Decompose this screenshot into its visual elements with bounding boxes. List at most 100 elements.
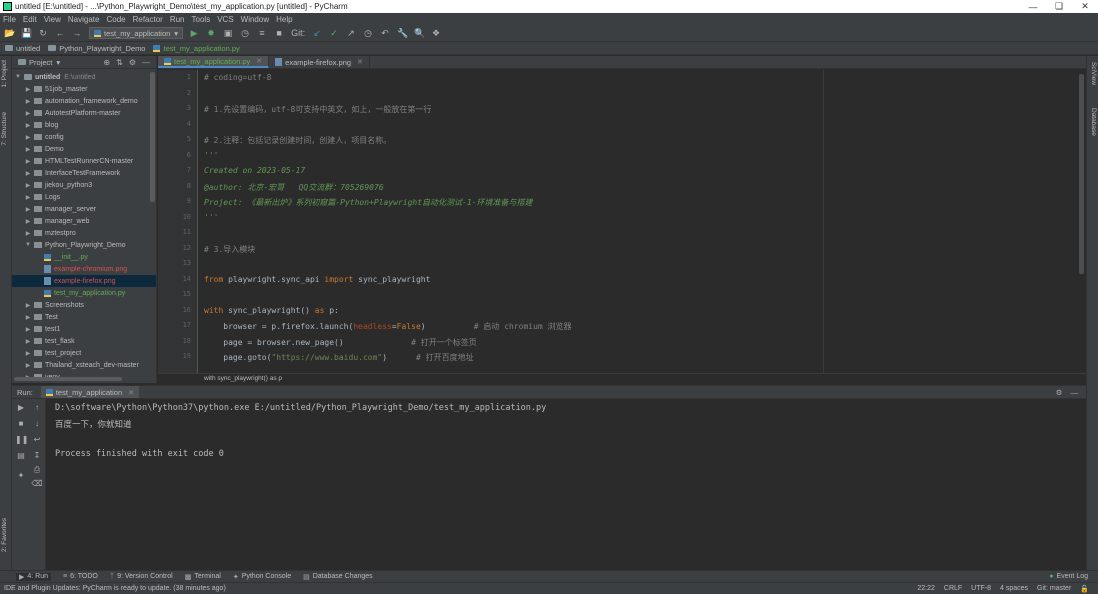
tree-item[interactable]: ▶ 51job_master (12, 83, 156, 95)
lock-icon[interactable]: 🔓 (1080, 585, 1089, 593)
back-arrow-icon[interactable]: ← (55, 28, 65, 38)
chevron-right-icon[interactable]: ▶ (24, 350, 32, 357)
tree-item[interactable]: ▶ manager_server (12, 203, 156, 215)
stop-icon[interactable]: ■ (15, 419, 27, 428)
tree-item[interactable]: ▶ HTMLTestRunnerCN-master (12, 155, 156, 167)
git-branch[interactable]: Git: master (1037, 585, 1071, 592)
open-folder-icon[interactable]: 📂 (4, 28, 15, 38)
debug-icon[interactable]: ✸ (206, 28, 216, 38)
breadcrumb-file[interactable]: test_my_application.py (153, 44, 240, 53)
tree-item[interactable]: ▶ mztestpro (12, 227, 156, 239)
pause-icon[interactable]: ❚❚ (15, 435, 28, 444)
editor-breadcrumb[interactable]: with sync_playwright() as p (158, 373, 1086, 383)
scroll-down-icon[interactable]: ↓ (31, 419, 43, 428)
editor-scrollbar[interactable] (1079, 74, 1084, 274)
close-tab-icon[interactable]: ✕ (256, 57, 262, 65)
tree-item[interactable]: ▶ test1 (12, 323, 156, 335)
pin-icon[interactable]: ✦ (15, 471, 27, 480)
tool-tab-todo[interactable]: ≡ 6: TODO (63, 573, 98, 580)
chevron-right-icon[interactable]: ▶ (24, 338, 32, 345)
chevron-right-icon[interactable]: ▶ (24, 98, 32, 105)
breadcrumb-project[interactable]: untitled (5, 44, 40, 53)
layout-icon[interactable]: ▤ (15, 451, 27, 460)
tree-item[interactable]: ▶ AutotestPlatform-master (12, 107, 156, 119)
profile-icon[interactable]: ◷ (240, 28, 250, 38)
gear-icon[interactable]: ⚙ (129, 58, 136, 67)
run-icon[interactable]: ▶ (189, 28, 199, 38)
gear-icon[interactable]: ⚙ (1056, 388, 1063, 397)
code-editor[interactable]: 1 2 3 4 5 6 7 8 9 10 11 12 13 14 15 16 17 18 19 # coding=u… (158, 70, 1086, 373)
close-tab-icon[interactable]: ✕ (357, 58, 363, 66)
menu-code[interactable]: Code (106, 15, 125, 24)
locate-icon[interactable]: ⊕ (103, 58, 110, 67)
chevron-down-icon[interactable]: ▼ (24, 242, 32, 248)
close-icon[interactable]: ✕ (1072, 1, 1098, 12)
side-tab-project[interactable]: 1: Project (1, 60, 8, 87)
side-tab-database[interactable]: Database (1090, 108, 1097, 136)
status-message[interactable]: IDE and Plugin Updates: PyCharm is ready… (4, 585, 917, 592)
tool-tab-terminal[interactable]: ▩ Terminal (185, 573, 221, 581)
line-separator[interactable]: CRLF (944, 585, 962, 592)
chevron-right-icon[interactable]: ▶ (24, 146, 32, 153)
tree-item[interactable]: __init__.py (12, 251, 156, 263)
chevron-right-icon[interactable]: ▶ (24, 314, 32, 321)
tool-tab-python-console[interactable]: ✦ Python Console (233, 573, 291, 581)
run-configuration-select[interactable]: test_my_application ▾ (89, 27, 184, 39)
restore-icon[interactable]: ❏ (1046, 1, 1072, 12)
run-console[interactable]: D:\software\Python\Python37\python.exe E… (46, 399, 1086, 570)
chevron-right-icon[interactable]: ▶ (24, 302, 32, 309)
chevron-right-icon[interactable]: ▶ (24, 182, 32, 189)
search-icon[interactable]: 🔍 (414, 28, 425, 38)
tab-test-my-application[interactable]: test_my_application.py ✕ (158, 56, 270, 68)
tool-tab-version-control[interactable]: ᛉ 9: Version Control (110, 573, 173, 580)
hide-panel-icon[interactable]: — (142, 58, 150, 67)
scroll-to-end-icon[interactable]: ↧ (31, 451, 43, 460)
git-update-icon[interactable]: ↙ (312, 28, 322, 38)
git-push-icon[interactable]: ↗ (346, 28, 356, 38)
chevron-right-icon[interactable]: ▶ (24, 362, 32, 369)
minimize-icon[interactable]: — (1020, 2, 1046, 12)
tree-item[interactable]: test_my_application.py (12, 287, 156, 299)
close-tab-icon[interactable]: ✕ (128, 388, 134, 397)
hide-panel-icon[interactable]: — (1071, 388, 1079, 397)
tree-root[interactable]: ▼ untitled E:\untitled (12, 71, 156, 83)
tree-item[interactable]: ▶ Screenshots (12, 299, 156, 311)
project-scrollbar-horizontal[interactable] (14, 377, 122, 381)
tab-example-firefox[interactable]: example-firefox.png ✕ (269, 56, 370, 68)
rerun-icon[interactable]: ▶ (15, 403, 27, 412)
project-panel-title[interactable]: Project (29, 58, 52, 67)
chevron-right-icon[interactable]: ▶ (24, 110, 32, 117)
chevron-right-icon[interactable]: ▶ (24, 218, 32, 225)
plugins-icon[interactable]: ❖ (431, 28, 441, 38)
chevron-right-icon[interactable]: ▶ (24, 326, 32, 333)
forward-arrow-icon[interactable]: → (72, 28, 82, 38)
tool-tab-database-changes[interactable]: ▤ Database Changes (303, 573, 373, 581)
revert-icon[interactable]: ↶ (380, 28, 390, 38)
tool-tab-run[interactable]: ▶ 4: Run (16, 572, 52, 581)
stop-icon[interactable]: ■ (274, 28, 284, 38)
chevron-right-icon[interactable]: ▶ (24, 170, 32, 177)
project-scrollbar-vertical[interactable] (150, 72, 155, 202)
tree-item[interactable]: ▶ Logs (12, 191, 156, 203)
side-tab-structure[interactable]: 7: Structure (1, 112, 8, 146)
history-icon[interactable]: ◷ (363, 28, 373, 38)
menu-window[interactable]: Window (241, 15, 269, 24)
chevron-down-icon[interactable]: ▾ (56, 58, 60, 67)
chevron-right-icon[interactable]: ▶ (24, 86, 32, 93)
concurrency-icon[interactable]: ≡ (257, 28, 267, 38)
tree-item[interactable]: ▶ test_project (12, 347, 156, 359)
wrench-icon[interactable]: 🔧 (397, 28, 408, 38)
menu-edit[interactable]: Edit (23, 15, 37, 24)
event-log-button[interactable]: ● Event Log (1049, 573, 1088, 580)
chevron-right-icon[interactable]: ▶ (24, 158, 32, 165)
tree-item[interactable]: ▶ automation_framework_demo (12, 95, 156, 107)
soft-wrap-icon[interactable]: ↩ (31, 435, 43, 444)
tree-item[interactable]: ▶ config (12, 131, 156, 143)
chevron-down-icon[interactable]: ▼ (14, 74, 22, 80)
trash-icon[interactable]: ⌫ (31, 479, 43, 488)
tree-item[interactable]: ▶ Test (12, 311, 156, 323)
tree-item[interactable]: ▶ Thailand_xsteach_dev-master (12, 359, 156, 371)
side-tab-sciview[interactable]: SciView (1090, 62, 1097, 85)
tree-item[interactable]: ▶ jiekou_python3 (12, 179, 156, 191)
tree-item[interactable]: ▶ blog (12, 119, 156, 131)
